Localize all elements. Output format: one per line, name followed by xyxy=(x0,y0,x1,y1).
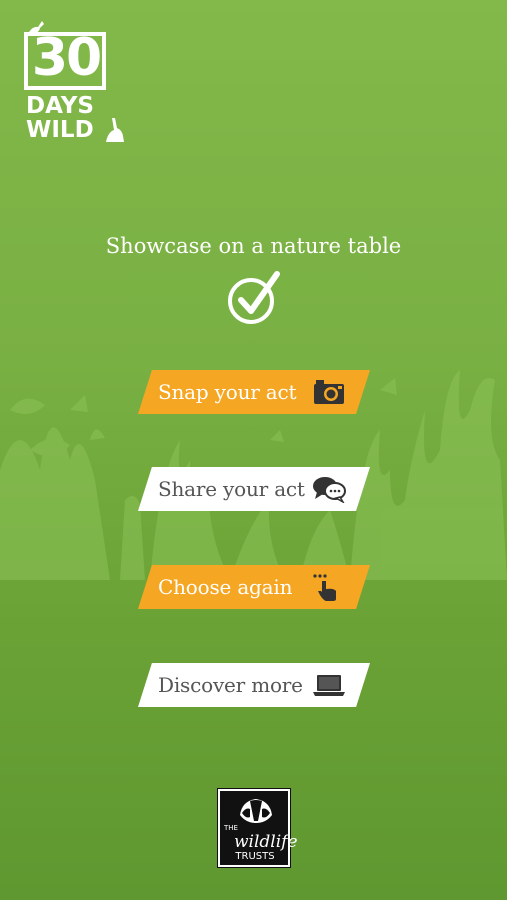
logo-the-text: THE xyxy=(224,824,238,832)
choose-again-label: Choose again xyxy=(158,575,293,599)
share-your-act-button[interactable]: Share your act xyxy=(138,467,370,511)
speech-bubbles-icon xyxy=(313,477,346,503)
logo-number: 30 xyxy=(31,28,102,88)
snap-your-act-label: Snap your act xyxy=(158,380,297,404)
discover-more-label: Discover more xyxy=(158,673,303,697)
snap-your-act-button[interactable]: Snap your act xyxy=(138,370,370,414)
logo-wildlife-text: wildlife xyxy=(234,832,298,852)
hare-icon xyxy=(106,118,124,142)
badger-icon xyxy=(240,799,272,823)
logo-wild: WILD xyxy=(26,117,94,143)
wildlife-trusts-logo: THE wildlife TRUSTS xyxy=(217,788,298,868)
30-days-wild-logo: 30 DAYS WILD xyxy=(18,18,128,148)
laptop-icon xyxy=(313,675,345,696)
camera-icon xyxy=(314,380,344,404)
share-your-act-label: Share your act xyxy=(158,477,305,501)
discover-more-button[interactable]: Discover more xyxy=(138,663,370,707)
checkmark-icon xyxy=(228,271,280,324)
logo-days: DAYS xyxy=(26,93,94,119)
activity-title: Showcase on a nature table xyxy=(105,234,402,258)
pointing-hand-icon xyxy=(313,574,336,601)
choose-again-button[interactable]: Choose again xyxy=(138,565,370,609)
logo-trusts-text: TRUSTS xyxy=(235,851,275,862)
